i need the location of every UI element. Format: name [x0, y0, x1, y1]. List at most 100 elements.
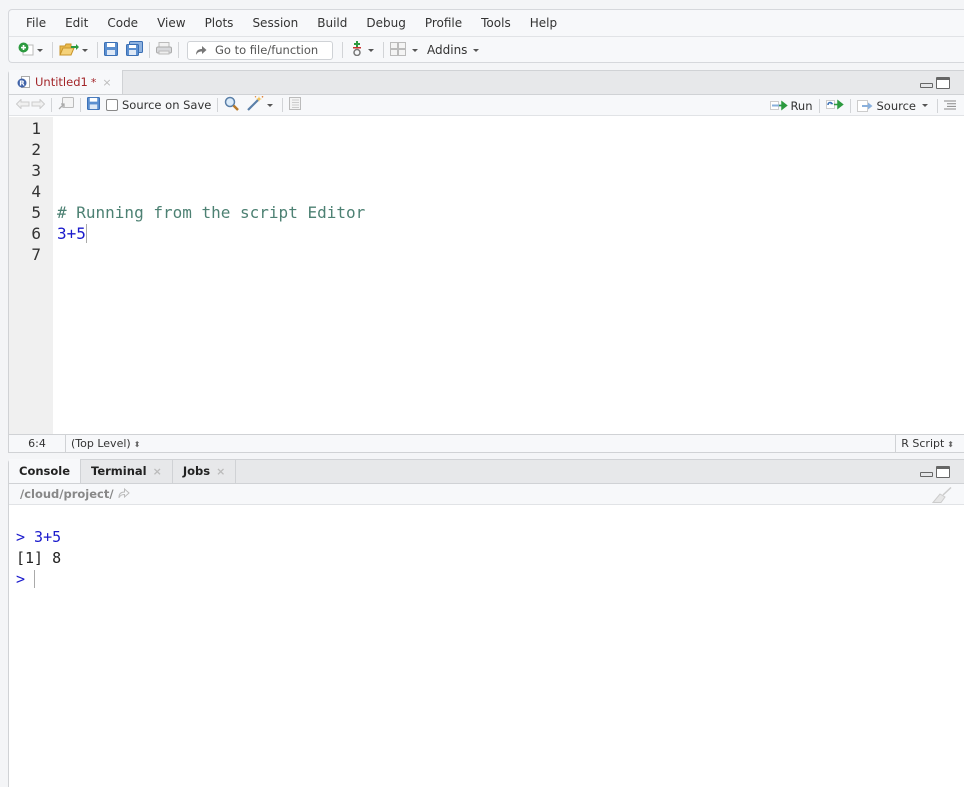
- run-arrow-icon: [770, 100, 789, 111]
- source-dropdown-icon[interactable]: [922, 104, 928, 107]
- menu-file[interactable]: File: [26, 16, 46, 30]
- line-number: 6: [31, 224, 41, 243]
- editor-save-button[interactable]: [87, 97, 100, 113]
- go-to-file-function-input[interactable]: Go to file/function: [187, 40, 333, 60]
- print-button[interactable]: [156, 42, 172, 58]
- save-all-button[interactable]: [126, 41, 143, 59]
- file-type-label: R Script: [901, 437, 945, 450]
- separator: [342, 42, 343, 58]
- console-cursor: [34, 570, 36, 588]
- editor-run-controls: Run Source: [770, 95, 956, 116]
- source-button[interactable]: Source: [856, 98, 917, 113]
- open-file-dropdown-icon[interactable]: [82, 48, 88, 52]
- menu-profile[interactable]: Profile: [425, 16, 462, 30]
- clear-console-button[interactable]: [931, 486, 952, 506]
- file-type-updown-icon: ⬍: [947, 440, 954, 449]
- text-cursor: [85, 224, 87, 243]
- back-arrow-icon: [15, 98, 30, 110]
- maximize-pane-icon[interactable]: [936, 466, 950, 478]
- separator: [149, 42, 150, 58]
- menu-plots[interactable]: Plots: [205, 16, 234, 30]
- go-to-file-placeholder: Go to file/function: [215, 43, 319, 57]
- menu-help[interactable]: Help: [530, 16, 557, 30]
- console-text: 3+5: [25, 528, 62, 546]
- scope-updown-icon: ⬍: [133, 440, 141, 449]
- compile-report-button[interactable]: [289, 97, 302, 113]
- console-pane: Console Terminal × Jobs × /cloud/project…: [8, 459, 964, 787]
- editor-tab-title: Untitled1: [35, 75, 88, 89]
- forward-button[interactable]: [31, 98, 46, 112]
- editor-tab-untitled1[interactable]: R Untitled1 * ×: [9, 70, 123, 94]
- menu-edit[interactable]: Edit: [65, 16, 88, 30]
- editor-pane-controls: [920, 77, 950, 89]
- code-tools-button[interactable]: [247, 96, 264, 114]
- console-prompt: >: [16, 570, 26, 588]
- save-button[interactable]: [104, 41, 118, 59]
- tab-console[interactable]: Console: [9, 459, 82, 483]
- scope-selector[interactable]: (Top Level) ⬍: [71, 437, 140, 450]
- save-icon: [87, 97, 100, 110]
- tab-console-label: Console: [19, 464, 71, 478]
- code-editor[interactable]: 1 2 3 4 5 # Running from the script Editor 6 3+…: [9, 117, 964, 436]
- editor-status-bar: 6:4 (Top Level) ⬍ R Script ⬍: [9, 434, 964, 452]
- console-working-directory: /cloud/project/: [9, 484, 964, 505]
- menu-build[interactable]: Build: [317, 16, 347, 30]
- open-file-button[interactable]: [59, 42, 79, 59]
- broom-icon: [931, 486, 952, 503]
- source-on-save-checkbox[interactable]: [106, 99, 118, 111]
- close-tab-icon[interactable]: ×: [102, 76, 111, 89]
- tab-jobs[interactable]: Jobs ×: [173, 459, 237, 483]
- separator: [97, 42, 98, 58]
- line-number: 5: [31, 203, 41, 222]
- show-in-new-window-button[interactable]: [58, 97, 74, 113]
- back-button[interactable]: [15, 98, 30, 112]
- source-label: Source: [876, 98, 917, 113]
- go-to-working-dir-button[interactable]: [118, 487, 130, 501]
- popout-window-icon: [58, 97, 74, 110]
- tab-terminal[interactable]: Terminal ×: [81, 459, 173, 483]
- run-label: Run: [790, 98, 813, 113]
- run-button[interactable]: Run: [770, 98, 813, 113]
- menu-view[interactable]: View: [157, 16, 185, 30]
- magic-wand-icon: [247, 96, 264, 111]
- cursor-position: 6:4: [9, 435, 66, 452]
- line-number: 1: [31, 119, 41, 138]
- global-toolbar: Go to file/function Addins: [9, 37, 964, 63]
- close-terminal-icon[interactable]: ×: [153, 465, 162, 478]
- menu-code[interactable]: Code: [107, 16, 138, 30]
- panes-dropdown-icon[interactable]: [412, 48, 418, 52]
- document-outline-button[interactable]: [944, 99, 956, 113]
- maximize-pane-icon[interactable]: [936, 77, 950, 89]
- rerun-button[interactable]: [825, 98, 844, 113]
- notebook-icon: [289, 97, 302, 110]
- separator: [383, 42, 384, 58]
- find-replace-button[interactable]: [224, 96, 240, 114]
- r-script-file-icon: R: [17, 75, 30, 88]
- code-tools-dropdown-icon[interactable]: [267, 103, 274, 107]
- minimize-pane-icon[interactable]: [920, 83, 933, 88]
- new-file-button[interactable]: [18, 42, 34, 59]
- addins-menu[interactable]: Addins: [427, 43, 467, 57]
- outline-icon: [944, 100, 956, 109]
- console-input-line: > 3+5: [16, 527, 61, 548]
- editor-toolbar: Source on Save Run Source: [9, 95, 964, 116]
- new-file-icon: [18, 42, 34, 55]
- menu-tools[interactable]: Tools: [481, 16, 511, 30]
- console-prompt: >: [16, 528, 26, 546]
- version-control-button[interactable]: [352, 41, 362, 59]
- file-type-selector[interactable]: R Script ⬍: [895, 435, 964, 452]
- workspace-panes-button[interactable]: [390, 41, 406, 59]
- new-file-dropdown-icon[interactable]: [37, 48, 43, 52]
- menu-debug[interactable]: Debug: [366, 16, 405, 30]
- console-output[interactable]: > 3+5 [1] 8 >: [9, 506, 964, 787]
- vcs-dropdown-icon[interactable]: [368, 48, 374, 52]
- source-arrow-icon: [856, 99, 872, 112]
- panes-grid-icon: [390, 41, 406, 56]
- console-input-line: >: [16, 569, 36, 590]
- menu-session[interactable]: Session: [252, 16, 298, 30]
- addins-dropdown-icon[interactable]: [473, 48, 480, 52]
- close-jobs-icon[interactable]: ×: [216, 465, 225, 478]
- minimize-pane-icon[interactable]: [920, 472, 933, 477]
- separator: [51, 98, 52, 112]
